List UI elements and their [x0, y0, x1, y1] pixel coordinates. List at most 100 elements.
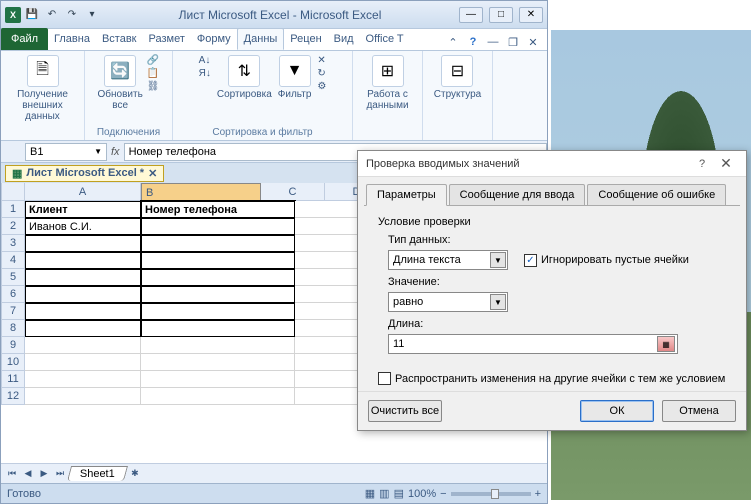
row-header[interactable]: 11	[1, 371, 25, 388]
filter-button[interactable]: ▼ Фильтр	[278, 55, 312, 100]
namebox-dropdown-icon[interactable]: ▼	[94, 147, 102, 156]
ribbon-minimize-icon[interactable]: ⌃	[445, 34, 461, 50]
workbook-tab[interactable]: ▦ Лист Microsoft Excel * ✕	[5, 165, 164, 182]
view-normal-icon[interactable]: ▦	[365, 487, 375, 500]
save-icon[interactable]: 💾	[23, 6, 41, 24]
sort-za-button[interactable]: Я↓	[199, 68, 211, 79]
cell[interactable]	[295, 371, 359, 388]
row-header[interactable]: 2	[1, 218, 25, 235]
cell[interactable]	[25, 337, 141, 354]
cell-a1[interactable]: Клиент	[25, 201, 141, 218]
row-header[interactable]: 4	[1, 252, 25, 269]
tab-settings[interactable]: Параметры	[366, 184, 447, 206]
wb-close-icon[interactable]: ✕	[525, 34, 541, 50]
minimize-button[interactable]: —	[459, 7, 483, 23]
cell[interactable]	[25, 286, 141, 303]
view-break-icon[interactable]: ▤	[394, 487, 404, 500]
length-input[interactable]: 11 ▦	[388, 334, 678, 354]
wb-min-icon[interactable]: —	[485, 34, 501, 50]
cancel-button[interactable]: Отмена	[662, 400, 736, 422]
cell[interactable]	[25, 320, 141, 337]
zoom-thumb[interactable]	[491, 489, 499, 499]
edit-links-icon[interactable]: ⛓	[147, 81, 160, 92]
cell[interactable]	[295, 286, 359, 303]
data-tools-button[interactable]: ⊞ Работа с данными	[366, 55, 408, 111]
clear-all-button[interactable]: Очистить все	[368, 400, 442, 422]
cell[interactable]	[25, 235, 141, 252]
cell[interactable]	[141, 286, 295, 303]
zoom-slider[interactable]	[451, 492, 531, 496]
cell[interactable]	[295, 235, 359, 252]
cell[interactable]	[25, 354, 141, 371]
prev-sheet-icon[interactable]: ◀	[21, 467, 35, 481]
advanced-icon[interactable]: ⚙	[317, 81, 326, 92]
cell[interactable]	[295, 388, 359, 405]
dialog-titlebar[interactable]: Проверка вводимых значений ? ✕	[358, 151, 746, 177]
data-select[interactable]: равно ▼	[388, 292, 508, 312]
undo-icon[interactable]: ↶	[43, 6, 61, 24]
cell[interactable]	[295, 354, 359, 371]
select-all-corner[interactable]	[1, 183, 25, 201]
next-sheet-icon[interactable]: ▶	[37, 467, 51, 481]
row-header[interactable]: 1	[1, 201, 25, 218]
col-header-a[interactable]: A	[25, 183, 141, 201]
cell[interactable]	[25, 269, 141, 286]
refresh-all-button[interactable]: 🔄 Обновить все	[98, 55, 143, 111]
cell[interactable]	[141, 388, 295, 405]
col-header-c[interactable]: C	[261, 183, 325, 201]
last-sheet-icon[interactable]: ⏭	[53, 467, 67, 481]
outline-button[interactable]: ⊟ Структура	[434, 55, 481, 100]
ignore-blank-checkbox[interactable]: ✓ Игнорировать пустые ячейки	[524, 254, 689, 267]
cell[interactable]	[141, 252, 295, 269]
row-header[interactable]: 10	[1, 354, 25, 371]
close-button[interactable]: ✕	[519, 7, 543, 23]
row-header[interactable]: 6	[1, 286, 25, 303]
dialog-help-icon[interactable]: ?	[690, 158, 714, 170]
cell[interactable]	[141, 354, 295, 371]
view-layout-icon[interactable]: ▥	[379, 487, 389, 500]
cell[interactable]	[295, 303, 359, 320]
col-header-b[interactable]: B	[141, 183, 261, 203]
cell[interactable]	[25, 371, 141, 388]
get-external-data-button[interactable]: 🗎 Получение внешних данных	[7, 55, 78, 122]
zoom-in-button[interactable]: +	[535, 488, 541, 500]
row-header[interactable]: 9	[1, 337, 25, 354]
cell[interactable]	[295, 218, 359, 235]
redo-icon[interactable]: ↷	[63, 6, 81, 24]
tab-data[interactable]: Данны	[237, 28, 285, 50]
cell[interactable]	[141, 371, 295, 388]
cell[interactable]	[25, 303, 141, 320]
row-header[interactable]: 8	[1, 320, 25, 337]
sheet-tab[interactable]: Sheet1	[67, 466, 128, 481]
cell[interactable]	[141, 235, 295, 252]
row-header[interactable]: 5	[1, 269, 25, 286]
qat-dropdown-icon[interactable]: ▾	[83, 6, 101, 24]
connections-icon[interactable]: 🔗	[147, 55, 159, 66]
tab-office[interactable]: Office T	[360, 28, 410, 50]
tab-input-message[interactable]: Сообщение для ввода	[449, 184, 586, 206]
ok-button[interactable]: ОК	[580, 400, 654, 422]
first-sheet-icon[interactable]: ⏮	[5, 467, 19, 481]
zoom-out-button[interactable]: −	[440, 488, 446, 500]
cell[interactable]	[295, 252, 359, 269]
dialog-close-icon[interactable]: ✕	[714, 155, 738, 172]
tab-view[interactable]: Вид	[328, 28, 360, 50]
name-box[interactable]: B1 ▼	[25, 143, 107, 161]
cell[interactable]	[141, 269, 295, 286]
tab-layout[interactable]: Размет	[143, 28, 191, 50]
cell-b2[interactable]	[141, 218, 295, 235]
cell[interactable]	[295, 320, 359, 337]
cell-b1[interactable]: Номер телефона	[141, 201, 295, 218]
sort-button[interactable]: ⇅ Сортировка	[217, 55, 272, 100]
excel-icon[interactable]: X	[5, 7, 21, 23]
reapply-icon[interactable]: ↻	[317, 68, 325, 79]
tab-insert[interactable]: Вставк	[96, 28, 143, 50]
maximize-button[interactable]: □	[489, 7, 513, 23]
cell[interactable]	[25, 252, 141, 269]
zoom-level[interactable]: 100%	[408, 488, 436, 500]
close-tab-icon[interactable]: ✕	[148, 167, 157, 180]
apply-changes-checkbox[interactable]: Распространить изменения на другие ячейк…	[378, 372, 726, 385]
cell[interactable]	[25, 388, 141, 405]
cell[interactable]	[295, 269, 359, 286]
tab-home[interactable]: Главна	[48, 28, 96, 50]
